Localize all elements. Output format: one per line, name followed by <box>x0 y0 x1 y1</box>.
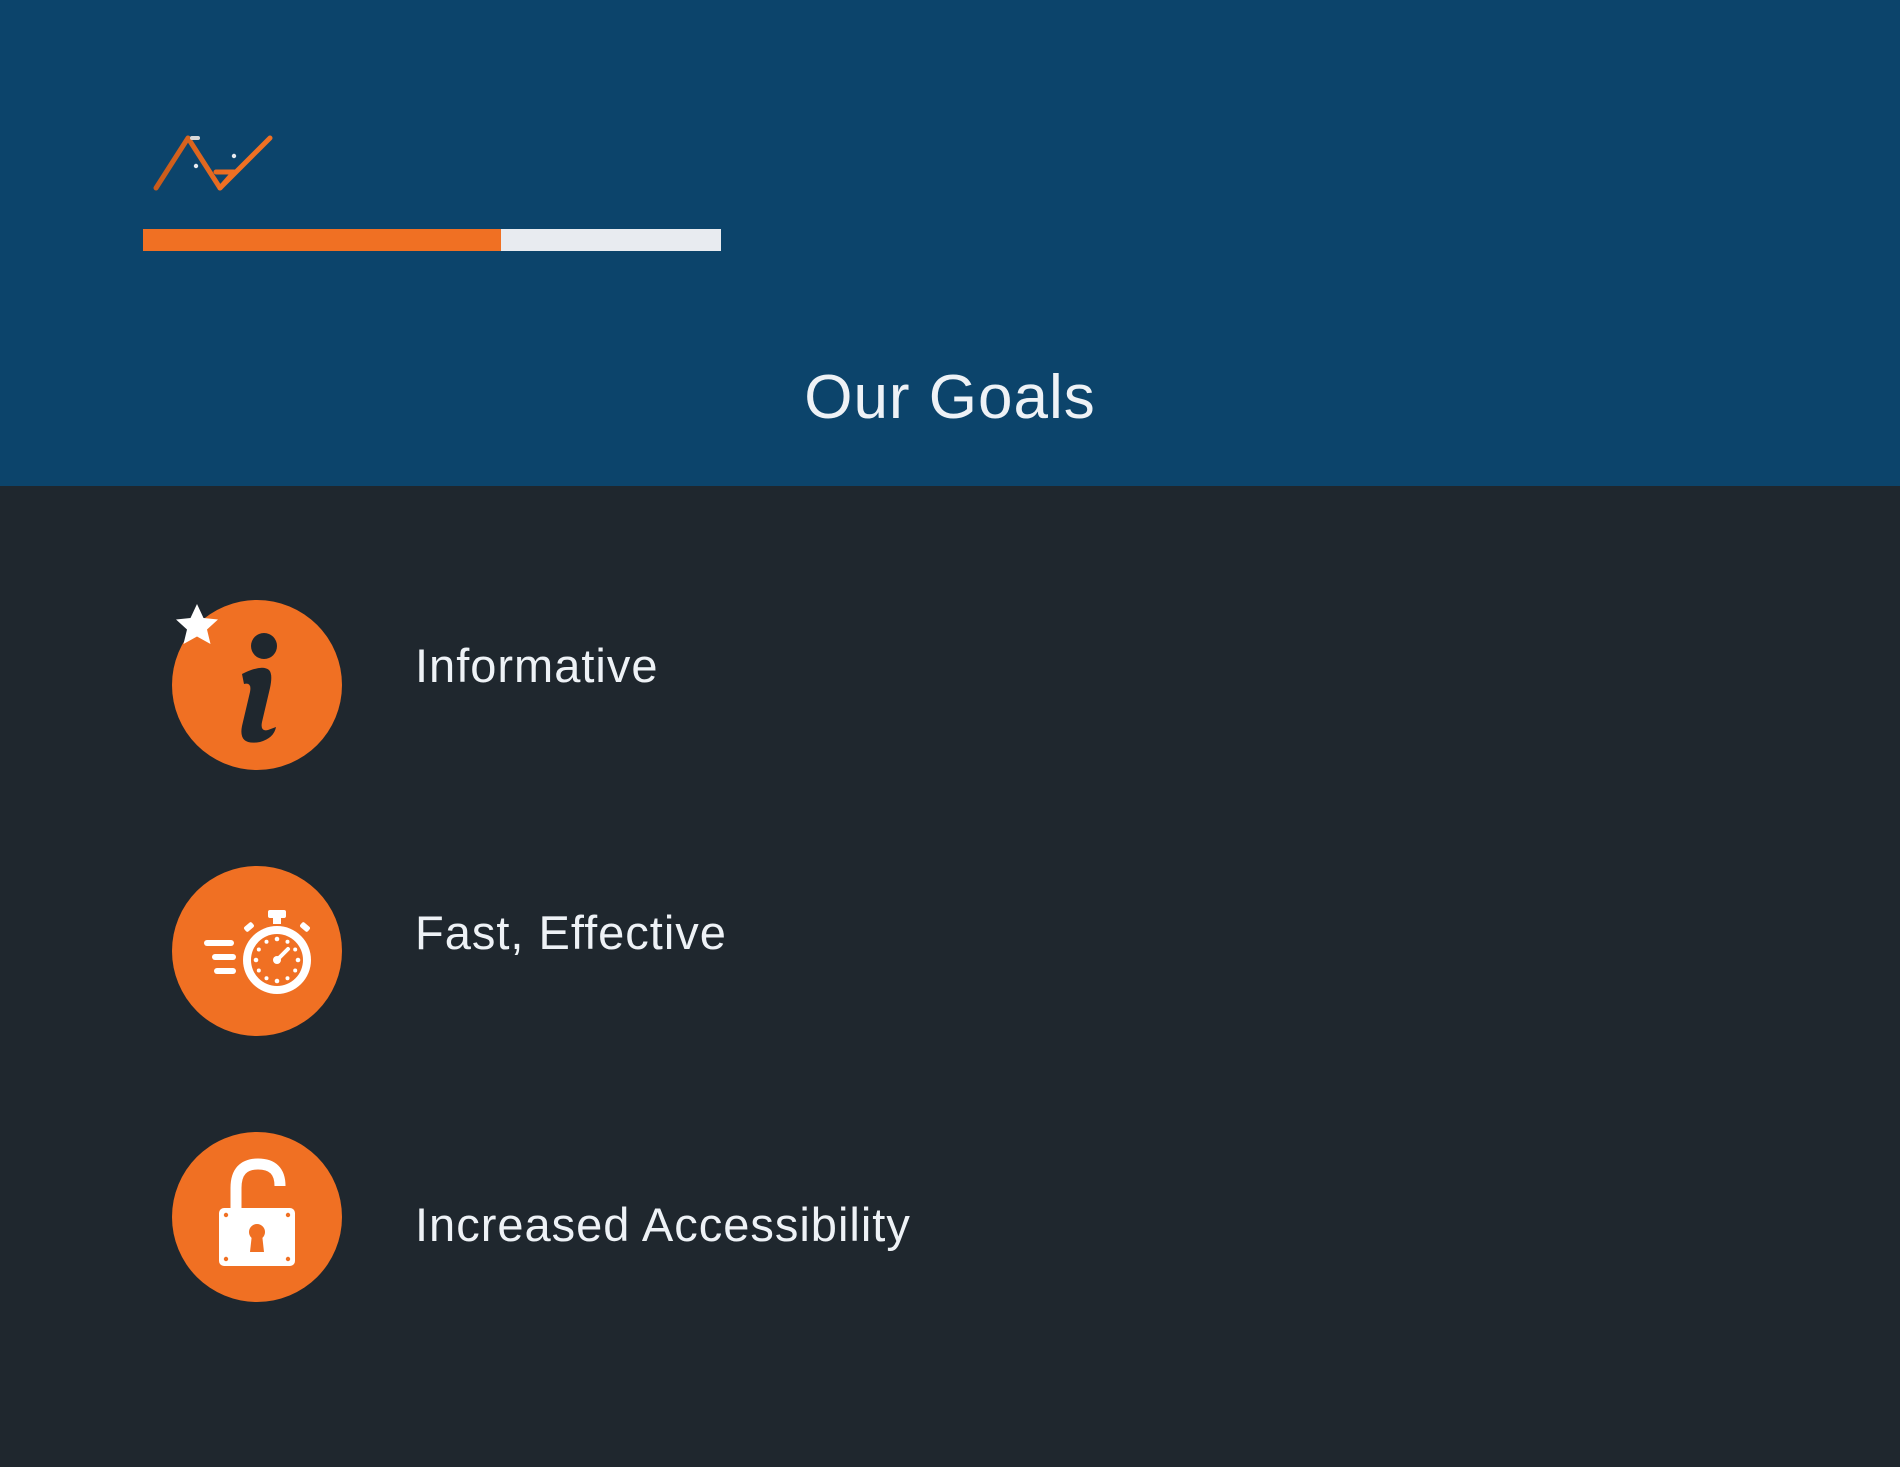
goal-label: Fast, Effective <box>415 906 727 959</box>
goal-item-fast-effective: Fast, Effective <box>0 866 1900 1036</box>
goal-label: Increased Accessibility <box>415 1198 911 1251</box>
progress-bar <box>143 229 721 251</box>
page-title: Our Goals <box>804 363 1096 432</box>
goals-slide: Our Goals Informative Fast, Effective In… <box>0 0 1900 1469</box>
stopwatch-icon <box>172 866 342 1036</box>
goal-label: Informative <box>415 639 659 692</box>
goal-item-increased-accessibility: Increased Accessibility <box>0 1132 1900 1302</box>
progress-bar-fill <box>143 229 502 251</box>
unlock-icon <box>172 1132 342 1302</box>
goals-section: Informative Fast, Effective Increased Ac… <box>0 486 1900 1469</box>
goal-item-informative: Informative <box>0 600 1900 770</box>
header-band: Our Goals <box>0 0 1900 486</box>
info-star-icon <box>172 600 342 770</box>
chevron-wave-logo <box>153 135 273 191</box>
